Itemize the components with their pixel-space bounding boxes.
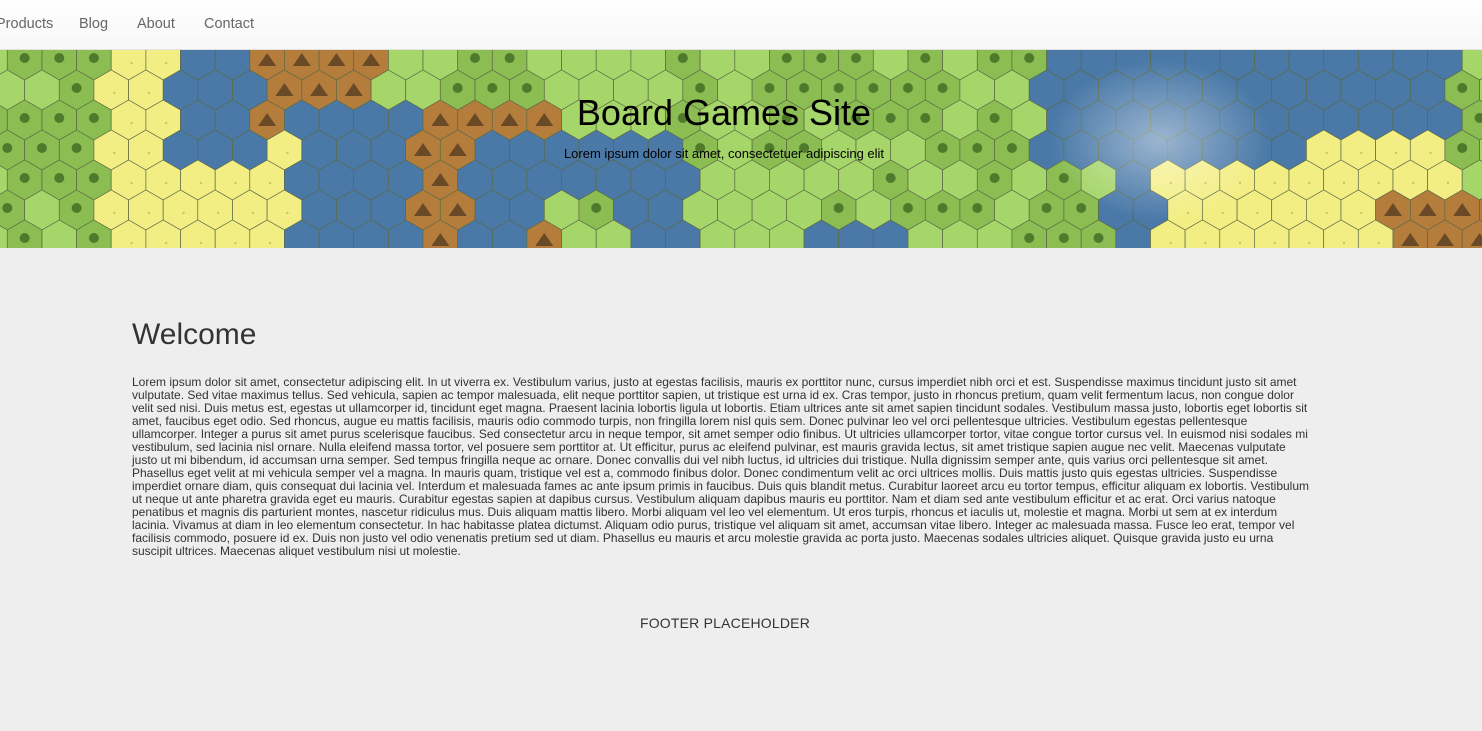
sand-dot-icon (1238, 241, 1242, 245)
tree-icon (469, 53, 480, 63)
sand-dot-icon (1290, 211, 1294, 215)
sand-dot-icon (1342, 241, 1346, 245)
tree-icon (1093, 233, 1104, 243)
tree-icon (937, 203, 948, 213)
sand-dot-icon (182, 211, 185, 215)
sand-dot-icon (1325, 211, 1328, 215)
tree-icon (972, 203, 983, 213)
tree-icon (88, 233, 99, 243)
tree-icon (1041, 203, 1052, 213)
sand-dot-icon (286, 211, 289, 215)
tree-icon (851, 53, 862, 63)
tree-icon (19, 233, 30, 243)
tree-icon (816, 53, 827, 63)
tree-icon (88, 173, 99, 183)
nav-link-products[interactable]: Products (0, 16, 53, 32)
tree-icon (54, 53, 65, 63)
sand-dot-icon (165, 181, 168, 185)
sand-dot-icon (130, 61, 133, 65)
sand-dot-icon (1308, 241, 1311, 245)
sand-dot-icon (1256, 211, 1259, 215)
sand-dot-icon (234, 241, 237, 245)
tree-icon (54, 173, 65, 183)
tree-icon (88, 53, 99, 63)
tree-icon (781, 53, 792, 63)
sand-dot-icon (1221, 211, 1224, 215)
tree-icon (504, 53, 515, 63)
tree-icon (1024, 53, 1035, 63)
sand-dot-icon (1412, 181, 1415, 185)
sand-dot-icon (1377, 241, 1380, 245)
sand-dot-icon (1308, 181, 1311, 185)
tree-icon (920, 53, 931, 63)
sand-dot-icon (165, 61, 168, 65)
sand-dot-icon (130, 241, 133, 245)
welcome-heading: Welcome (132, 318, 257, 351)
tree-icon (1024, 233, 1035, 243)
hero-banner: Board Games Site Lorem ipsum dolor sit a… (0, 50, 1482, 248)
stray-backtick-mark: ` (268, 0, 272, 10)
sand-dot-icon (1342, 181, 1346, 185)
tree-icon (833, 203, 844, 213)
tree-icon (989, 53, 1000, 63)
sand-dot-icon (1446, 181, 1450, 185)
sand-dot-icon (251, 211, 255, 215)
sand-dot-icon (268, 241, 272, 245)
site-title: Board Games Site (576, 92, 872, 133)
tree-icon (1457, 143, 1468, 153)
tree-icon (989, 173, 1000, 183)
sand-dot-icon (199, 181, 203, 185)
tree-icon (19, 173, 30, 183)
sand-dot-icon (1273, 241, 1276, 245)
sand-dot-icon (130, 181, 133, 185)
tree-icon (1058, 233, 1069, 243)
tree-icon (1076, 203, 1087, 213)
tree-icon (677, 53, 688, 63)
welcome-body-text: Lorem ipsum dolor sit amet, consectetur … (132, 375, 1310, 558)
tree-icon (71, 203, 82, 213)
footer-placeholder: FOOTER PLACEHOLDER (639, 615, 811, 631)
tree-icon (19, 53, 30, 63)
main-content: Welcome Lorem ipsum dolor sit amet, cons… (132, 316, 1312, 558)
tree-icon (902, 203, 913, 213)
top-navbar: Products Blog About Contact ` (0, 0, 1482, 50)
sand-dot-icon (199, 241, 203, 245)
sand-dot-icon (1273, 181, 1276, 185)
tree-icon (1457, 83, 1468, 93)
sand-dot-icon (1377, 181, 1380, 185)
light-glare (1050, 60, 1270, 220)
sand-dot-icon (1360, 211, 1363, 215)
sand-dot-icon (268, 181, 272, 185)
sand-dot-icon (1204, 241, 1207, 245)
sand-dot-icon (216, 211, 220, 215)
tree-icon (591, 203, 602, 213)
sand-dot-icon (147, 211, 151, 215)
nav-link-about[interactable]: About (137, 16, 175, 32)
tree-icon (2, 203, 13, 213)
sand-dot-icon (113, 211, 116, 215)
site-tagline: Lorem ipsum dolor sit amet, consectetuer… (563, 146, 885, 161)
nav-link-contact[interactable]: Contact (204, 16, 254, 32)
nav-link-blog[interactable]: Blog (79, 16, 108, 32)
sand-dot-icon (165, 241, 168, 245)
sand-dot-icon (234, 181, 237, 185)
tree-icon (885, 173, 896, 183)
sand-dot-icon (1169, 241, 1172, 245)
